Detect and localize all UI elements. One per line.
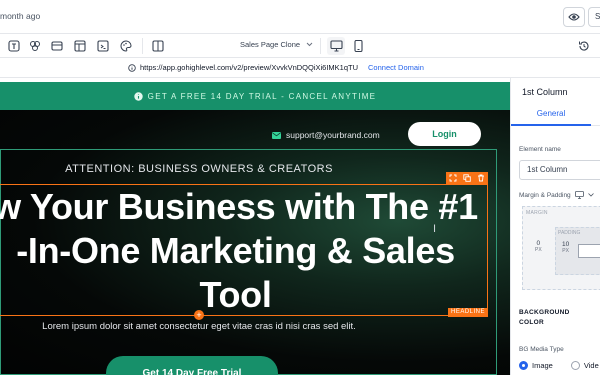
panel-title: 1st Column bbox=[522, 87, 568, 97]
envelope-icon bbox=[272, 131, 281, 139]
margin-unit: PX bbox=[535, 247, 542, 253]
panel-tabs: General bbox=[511, 104, 600, 126]
monitor-icon[interactable] bbox=[574, 191, 584, 199]
padding-unit: PX bbox=[562, 248, 569, 254]
chevron-down-icon[interactable] bbox=[587, 193, 594, 197]
radio-video[interactable] bbox=[570, 361, 580, 370]
history-icon[interactable] bbox=[577, 39, 591, 53]
bg-media-type-label: BG Media Type bbox=[519, 346, 564, 353]
editor-canvas[interactable]: GET A FREE 14 DAY TRIAL - CANCEL ANYTIME… bbox=[0, 82, 510, 375]
text-cursor-icon: I bbox=[433, 223, 437, 235]
save-button[interactable]: S bbox=[588, 7, 600, 27]
columns-icon[interactable] bbox=[151, 39, 165, 53]
move-icon[interactable] bbox=[449, 174, 457, 182]
desktop-icon bbox=[329, 40, 343, 52]
text-element-icon[interactable] bbox=[7, 39, 21, 53]
margin-left-number: 0 bbox=[536, 240, 541, 247]
support-email-text: support@yourbrand.com bbox=[286, 130, 380, 140]
content-box bbox=[578, 244, 600, 258]
duplicate-icon[interactable] bbox=[463, 174, 471, 182]
spacing-editor: MARGIN 0 PX PADDING 10 PX bbox=[522, 206, 600, 290]
promo-banner[interactable]: GET A FREE 14 DAY TRIAL - CANCEL ANYTIME bbox=[0, 82, 510, 110]
element-name-field[interactable]: 1st Column bbox=[519, 160, 600, 180]
code-icon[interactable] bbox=[96, 39, 110, 53]
top-bar: month ago S bbox=[0, 0, 600, 34]
padding-left-value[interactable]: 10 PX bbox=[562, 241, 569, 254]
settings-panel: 1st Column General Element name 1st Colu… bbox=[510, 78, 600, 375]
toolbar-divider bbox=[320, 38, 321, 54]
sections-icon[interactable] bbox=[50, 39, 64, 53]
layout-icon[interactable] bbox=[73, 39, 87, 53]
radio-image-label: Image bbox=[532, 361, 553, 370]
tab-general[interactable]: General bbox=[511, 104, 591, 126]
connect-domain-link[interactable]: Connect Domain bbox=[368, 63, 424, 72]
margin-padding-header: Margin & Padding bbox=[519, 191, 594, 199]
trash-icon[interactable] bbox=[477, 174, 485, 182]
background-color-label: COLOR bbox=[519, 319, 544, 326]
padding-box: PADDING 10 PX bbox=[555, 227, 600, 275]
toolbar-divider bbox=[142, 38, 143, 54]
element-toolbar bbox=[446, 172, 488, 184]
margin-left-value[interactable]: 0 PX bbox=[535, 240, 542, 253]
editor-toolbar: Sales Page Clone bbox=[0, 34, 600, 58]
desktop-view-button[interactable] bbox=[327, 37, 345, 55]
margin-label: MARGIN bbox=[526, 210, 548, 216]
palette-icon[interactable] bbox=[119, 39, 133, 53]
padding-label: PADDING bbox=[558, 230, 581, 236]
preview-url[interactable]: https://app.gohighlevel.com/v2/preview/X… bbox=[140, 63, 358, 72]
preview-button[interactable] bbox=[563, 7, 585, 27]
padding-left-number: 10 bbox=[562, 241, 570, 248]
preview-url-bar: https://app.gohighlevel.com/v2/preview/X… bbox=[0, 58, 600, 78]
add-element-icon[interactable]: + bbox=[194, 310, 204, 320]
login-button[interactable]: Login bbox=[408, 122, 481, 146]
mobile-icon bbox=[353, 40, 363, 52]
element-name-label: Element name bbox=[519, 146, 561, 153]
mobile-view-button[interactable] bbox=[349, 37, 367, 55]
free-trial-button[interactable]: Get 14 Day Free Trial bbox=[106, 356, 278, 375]
radio-image[interactable] bbox=[519, 361, 528, 370]
info-circle-icon bbox=[133, 91, 143, 101]
chevron-down-icon bbox=[306, 42, 313, 47]
background-color-heading: BACKGROUND COLOR bbox=[519, 308, 570, 328]
hero-section[interactable]: support@yourbrand.com Login ATTENTION: B… bbox=[0, 110, 510, 375]
background-color-label: BACKGROUND bbox=[519, 309, 570, 316]
hero-description[interactable]: Lorem ipsum dolor sit amet consectetur e… bbox=[0, 321, 398, 332]
margin-padding-label: Margin & Padding bbox=[519, 191, 571, 199]
bg-media-type-options: Image Vide bbox=[519, 361, 599, 370]
eye-icon bbox=[568, 13, 580, 21]
page-selector-label: Sales Page Clone bbox=[240, 40, 301, 49]
page-selector[interactable]: Sales Page Clone bbox=[240, 40, 313, 49]
last-saved-text: month ago bbox=[0, 11, 41, 21]
headline-line: Tool bbox=[199, 274, 272, 315]
support-email[interactable]: support@yourbrand.com bbox=[272, 130, 380, 140]
hero-headline[interactable]: w Your Business with The #1 -In-One Mark… bbox=[0, 185, 510, 317]
elements-icon[interactable] bbox=[28, 39, 42, 53]
headline-line: -In-One Marketing & Sales bbox=[16, 230, 455, 271]
promo-text: GET A FREE 14 DAY TRIAL - CANCEL ANYTIME bbox=[147, 91, 377, 101]
element-type-tag: HEADLINE bbox=[448, 308, 489, 317]
radio-video-label: Vide bbox=[583, 361, 599, 370]
info-circle-icon bbox=[128, 63, 136, 72]
attention-subheading[interactable]: ATTENTION: BUSINESS OWNERS & CREATORS bbox=[0, 163, 398, 175]
